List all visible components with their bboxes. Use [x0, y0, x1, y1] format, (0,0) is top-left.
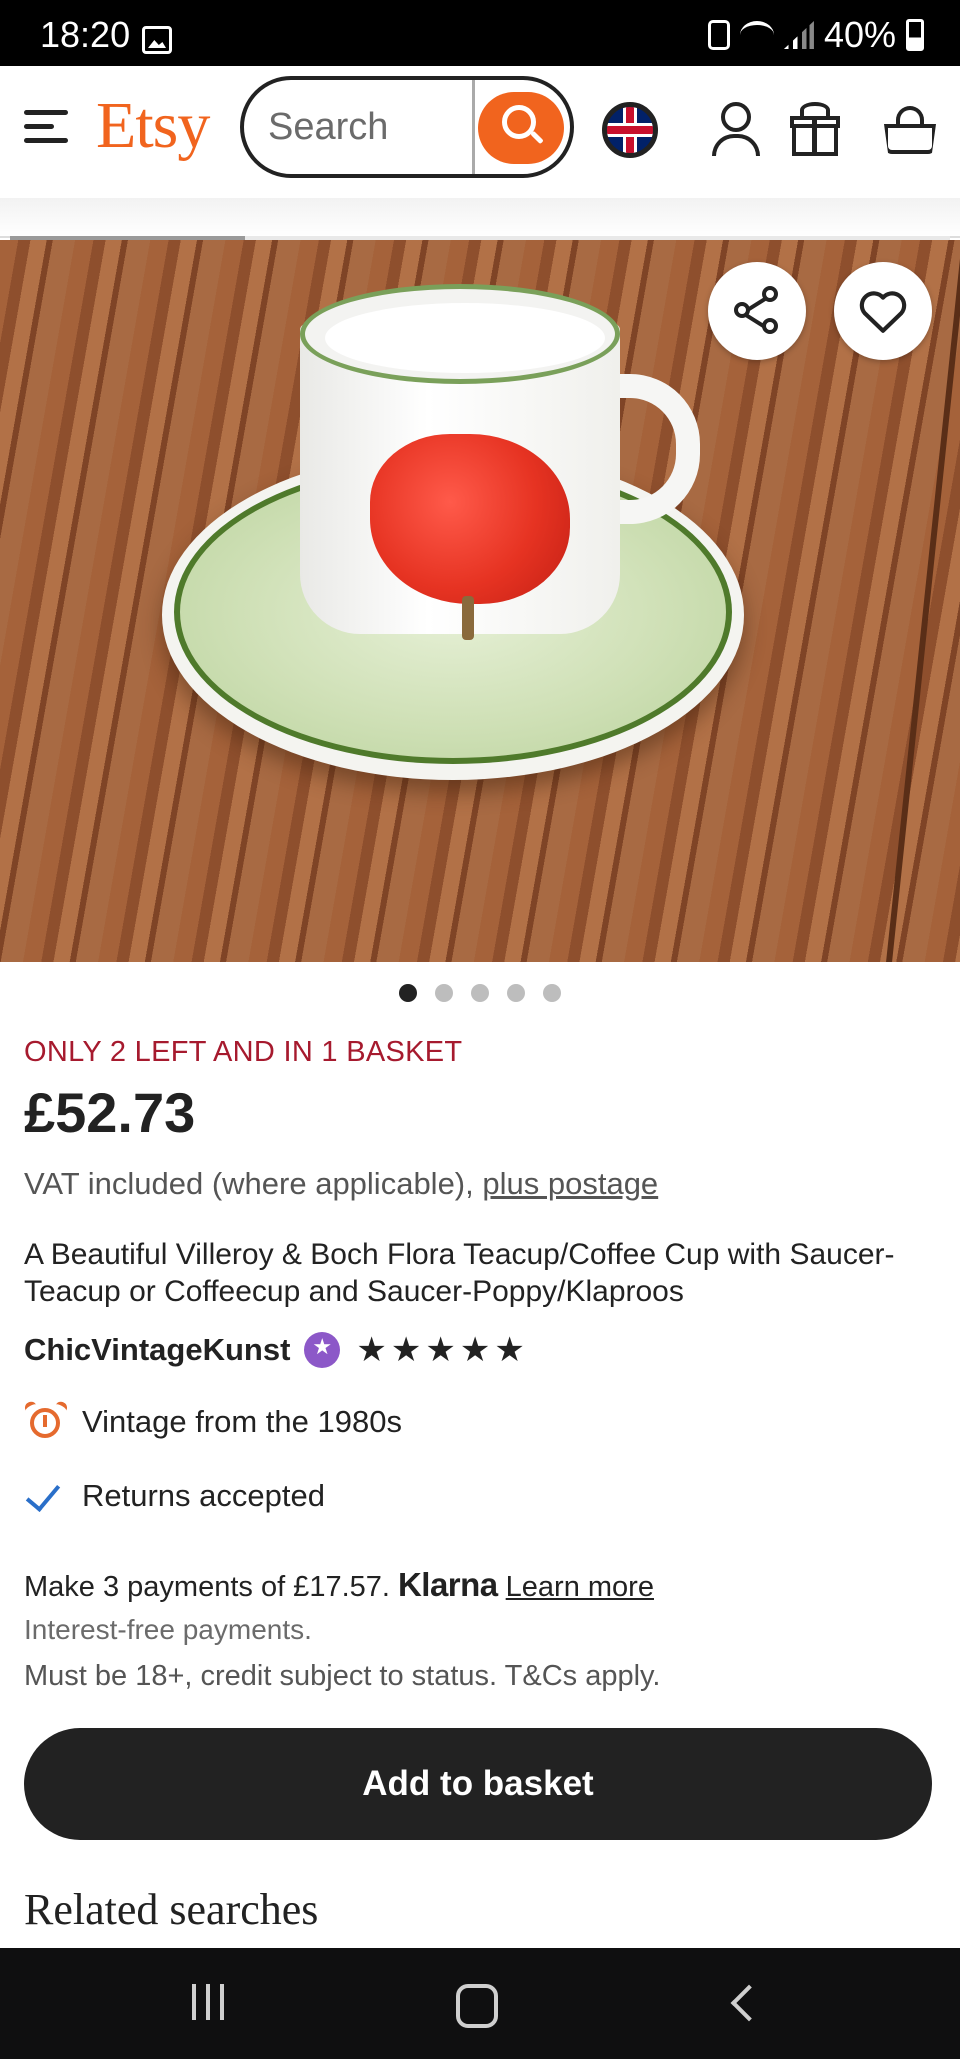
lock-icon — [707, 20, 730, 50]
klarna-logo: Klarna — [397, 1566, 498, 1603]
carousel-dot[interactable] — [507, 984, 525, 1002]
listing-title: A Beautiful Villeroy & Boch Flora Teacup… — [24, 1238, 895, 1308]
star-seller-badge-icon — [304, 1332, 341, 1368]
home-icon[interactable] — [414, 1948, 534, 2059]
user-icon[interactable] — [712, 102, 760, 158]
recent-apps-icon[interactable] — [148, 1948, 268, 2059]
battery-icon — [906, 19, 924, 51]
alarm-clock-icon — [22, 1399, 70, 1444]
star-icon: ★ — [356, 1330, 391, 1370]
klarna-payments-text: Make 3 payments of £17.57. — [24, 1571, 390, 1603]
teacup-illustration — [300, 284, 700, 644]
klarna-offer: Make 3 payments of £17.57. Klarna Learn … — [24, 1566, 654, 1604]
feature-text: Returns accepted — [82, 1478, 325, 1513]
carousel-dot[interactable] — [399, 984, 417, 1002]
share-button[interactable] — [708, 262, 806, 360]
heart-icon — [859, 291, 907, 333]
signal-icon — [783, 21, 814, 49]
battery-level: 40% — [823, 14, 896, 55]
star-icon: ★ — [459, 1330, 495, 1370]
stock-notice: ONLY 2 LEFT AND IN 1 BASKET — [24, 1036, 463, 1068]
related-searches-heading: Related searches — [24, 1885, 319, 1934]
poppy-illustration — [370, 434, 570, 604]
basket-icon[interactable] — [884, 106, 936, 154]
status-time: 18:20 — [40, 14, 131, 55]
product-image[interactable] — [0, 240, 960, 962]
gift-icon[interactable] — [790, 102, 840, 156]
klarna-terms: Must be 18+, credit subject to status. T… — [24, 1660, 661, 1692]
search-input[interactable] — [268, 98, 468, 156]
search-bar — [240, 76, 574, 178]
carousel-dot[interactable] — [543, 984, 561, 1002]
checkmark-icon — [24, 1474, 68, 1518]
wifi-icon — [739, 21, 774, 49]
system-nav-bar — [0, 1948, 960, 2059]
add-to-basket-button[interactable]: Add to basket — [24, 1728, 932, 1840]
price: £52.73 — [24, 1081, 196, 1144]
carousel-dot[interactable] — [435, 984, 453, 1002]
uk-flag-icon[interactable] — [602, 102, 658, 158]
search-divider — [472, 80, 475, 174]
etsy-logo[interactable]: Etsy — [96, 88, 210, 164]
rating-stars[interactable]: ★★★★★ — [356, 1330, 528, 1370]
postage-link[interactable]: plus postage — [482, 1166, 658, 1201]
star-icon: ★ — [425, 1330, 460, 1370]
klarna-interest: Interest-free payments. — [24, 1614, 312, 1645]
star-icon: ★ — [390, 1330, 426, 1370]
feature-returns: Returns accepted — [24, 1474, 325, 1518]
gallery-icon — [142, 26, 172, 54]
feature-vintage: Vintage from the 1980s — [22, 1399, 402, 1444]
menu-icon[interactable] — [24, 110, 68, 144]
klarna-learn-more-link[interactable]: Learn more — [506, 1571, 654, 1604]
vat-text: VAT included (where applicable), — [24, 1166, 474, 1201]
status-bar: 18:20 40% — [0, 0, 960, 66]
back-icon[interactable] — [684, 1948, 804, 2059]
header-shadow — [0, 198, 960, 238]
shop-name[interactable]: ChicVintageKunst — [24, 1332, 290, 1368]
site-header: Etsy — [0, 66, 960, 198]
status-icons: 40% — [707, 14, 924, 56]
vat-notice: VAT included (where applicable), plus po… — [24, 1166, 658, 1202]
feature-text: Vintage from the 1980s — [82, 1404, 402, 1439]
carousel-dot[interactable] — [471, 984, 489, 1002]
favorite-button[interactable] — [834, 262, 932, 360]
shop-row: ChicVintageKunst ★ ★★★★ — [24, 1330, 529, 1370]
search-button[interactable] — [478, 92, 564, 164]
star-icon: ★ — [494, 1330, 529, 1370]
carousel-dots — [0, 984, 960, 1007]
